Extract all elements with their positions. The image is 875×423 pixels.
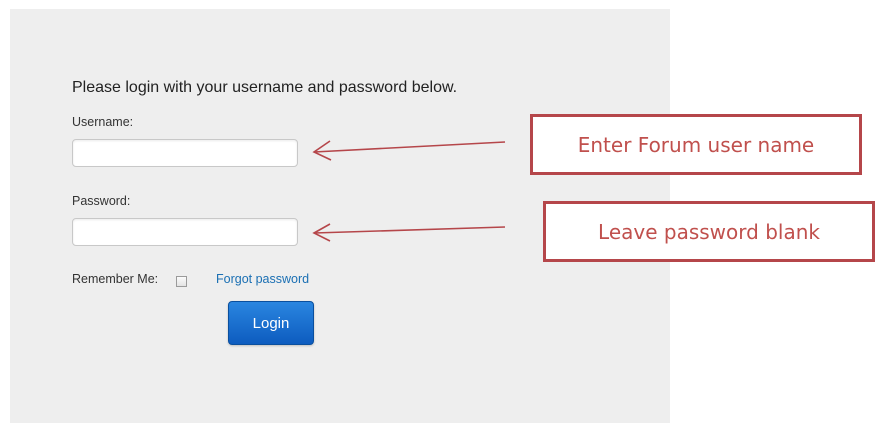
password-input[interactable]	[72, 218, 298, 246]
forgot-password-link[interactable]: Forgot password	[216, 272, 309, 286]
remember-me-label: Remember Me:	[72, 272, 159, 286]
username-input[interactable]	[72, 139, 298, 167]
username-label: Username:	[72, 115, 134, 129]
password-callout: Leave password blank	[543, 201, 875, 262]
login-instructions: Please login with your username and pass…	[72, 79, 458, 96]
page: Please login with your username and pass…	[0, 0, 875, 423]
password-label: Password:	[72, 194, 131, 208]
remember-me-checkbox[interactable]	[176, 276, 187, 287]
username-callout: Enter Forum user name	[530, 114, 862, 175]
login-button[interactable]: Login	[228, 301, 314, 345]
